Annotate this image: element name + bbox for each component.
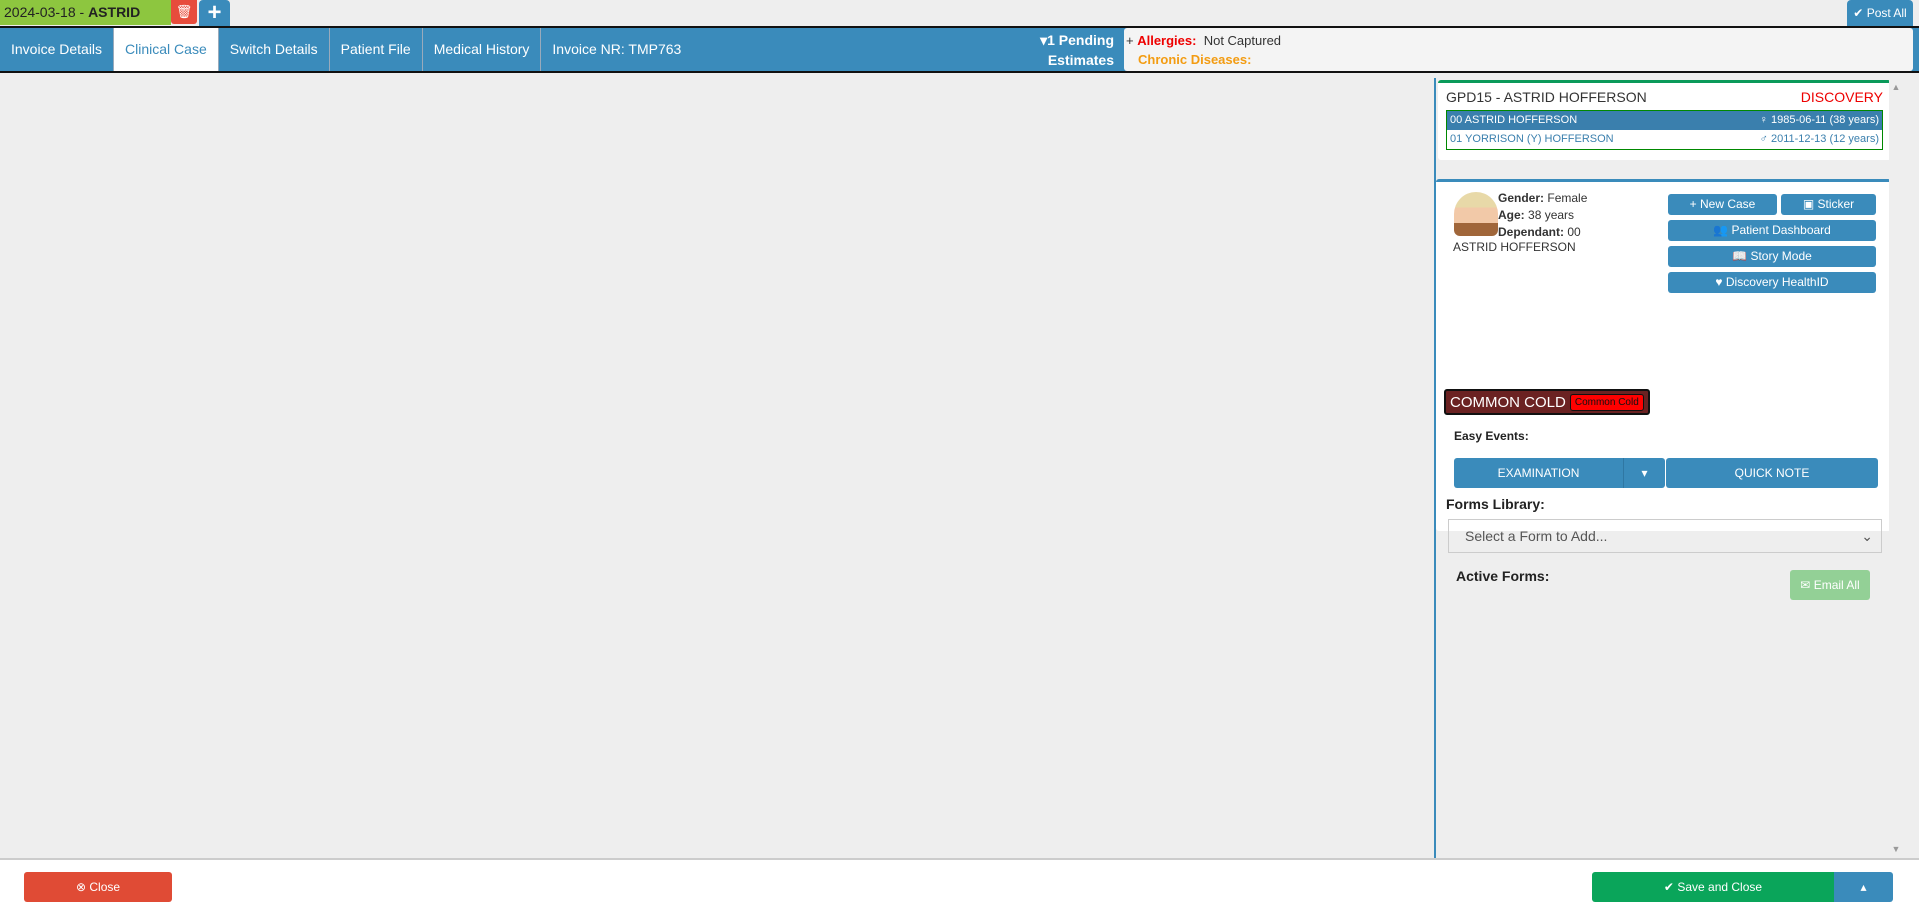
sticker-icon: ▣ [1802,197,1815,211]
dependant-label: Dependant: [1498,225,1564,239]
allergies-value: Not Captured [1203,33,1282,48]
save-and-close-button[interactable]: ✔ Save and Close [1592,872,1834,902]
age-value: 38 years [1528,208,1575,222]
expand-alerts[interactable]: + [1126,33,1134,48]
tab-medical-history[interactable]: Medical History [423,28,542,71]
plus-icon: + [207,0,222,26]
new-case-label: New Case [1700,197,1756,211]
patient-panel: GPD15 - ASTRID HOFFERSON DISCOVERY 00 AST… [1434,78,1891,858]
active-forms-label: Active Forms: [1456,568,1550,584]
close-circle-icon: ⊗ [75,880,87,894]
post-all-button[interactable]: ✔ Post All [1847,0,1913,27]
envelope-icon: ✉ [1800,578,1811,592]
check-circle-icon: ✔ [1853,6,1864,20]
gender-label: Gender: [1498,191,1545,205]
allergies-label: Allergies: [1137,33,1197,48]
form-select-placeholder: Select a Form to Add... [1465,528,1608,544]
dependant-row[interactable]: 01 YORRISON (Y) HOFFERSON ♂ 2011-12-13 (1… [1447,130,1882,149]
chevron-down-icon: ⌄ [1861,528,1873,544]
dependant-dob: 2011-12-13 (12 years) [1770,133,1879,145]
discovery-healthid-button[interactable]: ♥ Discovery HealthID [1668,272,1876,293]
story-mode-button[interactable]: 📖 Story Mode [1668,246,1876,267]
encounter-tab[interactable]: 2024-03-18 - ASTRID [0,0,171,25]
email-all-button[interactable]: ✉ Email All [1790,570,1870,600]
patient-family-card: GPD15 - ASTRID HOFFERSON DISCOVERY 00 AST… [1438,80,1891,160]
add-encounter-button[interactable]: + [199,0,230,27]
patient-dashboard-button[interactable]: 👥 Patient Dashboard [1668,220,1876,241]
chronic-diseases-label: Chronic Diseases: [1138,52,1252,67]
forms-library-label: Forms Library: [1446,496,1545,512]
new-case-button[interactable]: + New Case [1668,194,1777,215]
quick-note-button[interactable]: QUICK NOTE [1666,458,1878,488]
dependant-row[interactable]: 00 ASTRID HOFFERSON ♀ 1985-06-11 (38 year… [1447,111,1882,130]
tab-invoice-details[interactable]: Invoice Details [0,28,115,71]
sticker-label: Sticker [1817,197,1855,211]
close-button[interactable]: ⊗ Close [24,872,172,902]
footer-bar: ⊗ Close ✔ Save and Close ▴ [0,858,1919,910]
gender-value: Female [1547,191,1588,205]
male-icon: ♂ [1759,133,1768,145]
pending-estimates-toggle[interactable]: ▾1 Pending Estimates [1010,28,1114,70]
dependant-name: 00 ASTRID HOFFERSON [1450,114,1578,126]
caret-down-icon: ▾ [1641,466,1648,480]
story-label: Story Mode [1750,249,1812,263]
age-label: Age: [1498,208,1525,222]
medical-scheme: DISCOVERY [1800,89,1883,105]
patient-name: ASTRID HOFFERSON [1453,240,1576,254]
patient-info: Gender: Female Age: 38 years Dependant: … [1498,190,1587,241]
case-tag: Common Cold [1569,393,1644,411]
users-icon: 👥 [1713,223,1729,237]
invoice-number: Invoice NR: TMP763 [552,41,682,57]
caret-up-icon: ▴ [1860,880,1867,894]
dashboard-label: Patient Dashboard [1731,223,1831,237]
save-close-label: Save and Close [1677,880,1763,894]
tab-patient-file[interactable]: Patient File [330,28,423,71]
heart-icon: ♥ [1715,275,1723,289]
reader-icon: 📖 [1732,249,1748,263]
easy-events-label: Easy Events: [1454,429,1529,443]
encounter-patient: ASTRID [88,4,141,20]
patient-avatar [1454,192,1498,236]
dependant-dob: 1985-06-11 (38 years) [1770,114,1879,126]
case-title: COMMON COLD [1450,393,1566,411]
tab-switch-details[interactable]: Switch Details [219,28,330,71]
patient-header: GPD15 - ASTRID HOFFERSON [1446,89,1647,105]
check-circle-icon: ✔ [1663,880,1674,894]
pending-line2: Estimates [1047,52,1114,68]
pending-line1: 1 Pending [1047,32,1114,48]
post-all-label: Post All [1866,6,1907,20]
form-select[interactable]: Select a Form to Add... ⌄ [1448,519,1882,553]
alerts-panel: + Allergies: Not Captured Chronic Diseas… [1124,28,1913,71]
nav-bar: Invoice Details Clinical Case Switch Det… [0,26,1919,73]
dependant-list: 00 ASTRID HOFFERSON ♀ 1985-06-11 (38 year… [1446,110,1883,150]
dependant-value: 00 [1567,225,1581,239]
scrollbar[interactable]: ▲ ▼ [1889,78,1903,858]
plus-icon: + [1689,197,1697,211]
close-label: Close [89,880,121,894]
healthid-label: Discovery HealthID [1725,275,1829,289]
patient-details-card: Gender: Female Age: 38 years Dependant: … [1436,179,1891,600]
dependant-name: 01 YORRISON (Y) HOFFERSON [1450,133,1614,145]
delete-encounter-button[interactable]: 🗑 [171,0,197,24]
save-options-dropdown[interactable]: ▴ [1834,872,1893,902]
encounter-date: 2024-03-18 - [4,4,89,20]
examination-dropdown[interactable]: ▾ [1623,458,1665,488]
female-icon: ♀ [1759,114,1768,126]
tab-clinical-case[interactable]: Clinical Case [114,28,219,71]
trash-icon: 🗑 [175,4,193,19]
sticker-button[interactable]: ▣ Sticker [1781,194,1876,215]
examination-button[interactable]: EXAMINATION [1454,458,1623,488]
email-all-label: Email All [1813,578,1860,592]
case-badge[interactable]: COMMON COLD Common Cold [1444,389,1650,415]
